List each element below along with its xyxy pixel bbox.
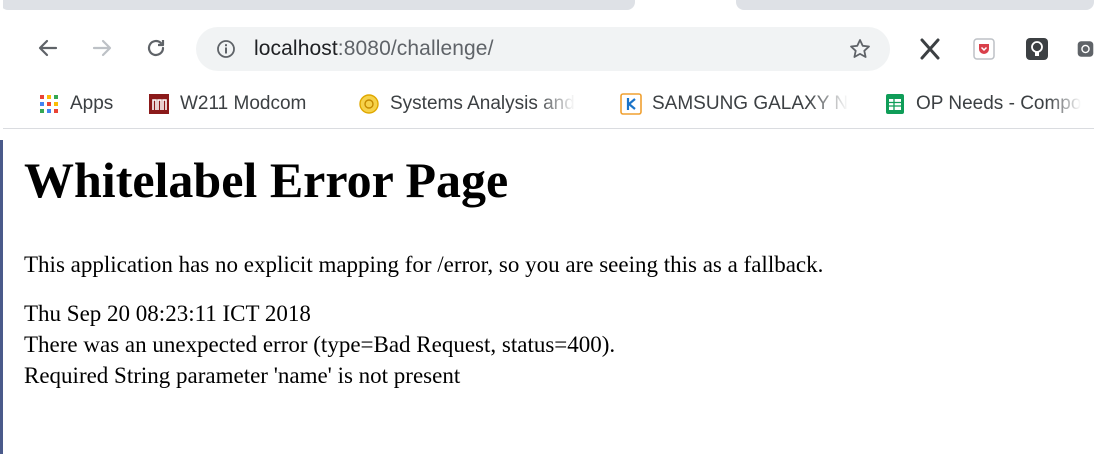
partial-extension-icon[interactable] bbox=[1077, 36, 1094, 62]
page-content: Whitelabel Error Page This application h… bbox=[24, 140, 1084, 391]
url-path: :8080/challenge/ bbox=[337, 37, 494, 60]
back-button[interactable] bbox=[34, 34, 62, 62]
error-type-status: There was an unexpected error (type=Bad … bbox=[24, 332, 616, 357]
tab-strip bbox=[0, 0, 1094, 14]
bookmark-label: OP Needs - Compo bbox=[916, 93, 1082, 114]
pocket-icon[interactable] bbox=[971, 36, 997, 62]
error-detail: Required String parameter 'name' is not … bbox=[24, 363, 461, 388]
tab-background[interactable] bbox=[0, 0, 635, 10]
sheets-icon bbox=[884, 93, 906, 115]
reload-button[interactable] bbox=[142, 34, 170, 62]
bookmark-star-icon[interactable] bbox=[848, 37, 872, 66]
url-host: localhost bbox=[254, 37, 338, 60]
error-details: Thu Sep 20 08:23:11 ICT 2018 There was a… bbox=[24, 298, 1084, 391]
forward-arrow-icon bbox=[92, 39, 112, 57]
bookmarks-bar: Apps W211 Modcom Systems Analysis and SA… bbox=[0, 80, 1094, 129]
error-explanation: This application has no explicit mapping… bbox=[24, 252, 824, 277]
modcom-icon bbox=[148, 93, 170, 115]
bookmark-apps[interactable]: Apps bbox=[38, 91, 113, 117]
back-arrow-icon bbox=[38, 39, 58, 57]
forward-button[interactable] bbox=[88, 34, 116, 62]
x-extension-icon[interactable] bbox=[917, 36, 943, 62]
bookmark-label: Systems Analysis and bbox=[390, 93, 575, 114]
samsung-k-icon bbox=[620, 93, 642, 115]
address-bar[interactable]: localhost:8080/challenge/ bbox=[196, 27, 890, 71]
bookmark-label: SAMSUNG GALAXY N bbox=[652, 93, 849, 114]
page-title: Whitelabel Error Page bbox=[24, 152, 509, 208]
bookmark-op-needs[interactable]: OP Needs - Compo bbox=[884, 91, 1094, 117]
info-icon[interactable] bbox=[216, 39, 236, 64]
bookmark-systems-analysis[interactable]: Systems Analysis and bbox=[358, 91, 592, 117]
reload-icon bbox=[147, 39, 165, 57]
bookmark-label: W211 Modcom bbox=[180, 93, 307, 114]
systems-analysis-icon bbox=[358, 93, 380, 115]
lightbulb-extension-icon[interactable] bbox=[1024, 36, 1050, 62]
error-timestamp: Thu Sep 20 08:23:11 ICT 2018 bbox=[24, 301, 311, 326]
bookmark-label: Apps bbox=[70, 93, 114, 114]
tab-background[interactable] bbox=[736, 0, 1094, 10]
bookmark-w211-modcom[interactable]: W211 Modcom bbox=[148, 91, 306, 117]
url-text[interactable]: localhost:8080/challenge/ bbox=[254, 37, 494, 61]
browser-toolbar: localhost:8080/challenge/ bbox=[0, 14, 1094, 80]
bookmark-samsung-galaxy[interactable]: SAMSUNG GALAXY N bbox=[620, 91, 856, 117]
apps-grid-icon bbox=[38, 93, 60, 115]
